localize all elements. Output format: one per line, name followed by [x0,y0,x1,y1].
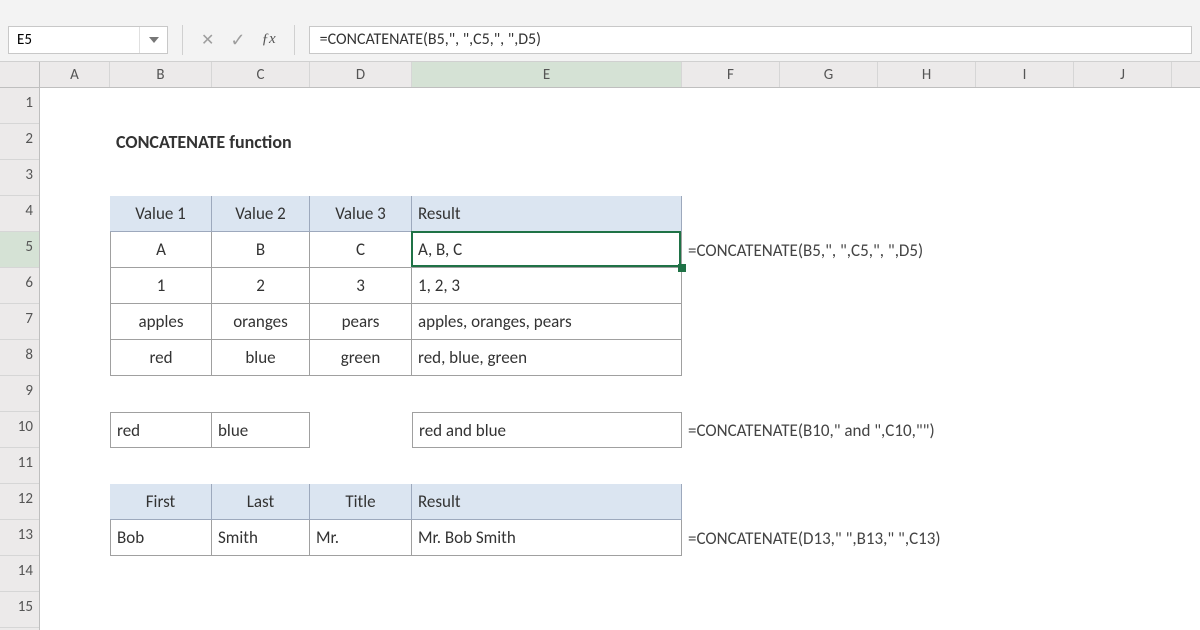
column-header-F[interactable]: F [682,62,780,87]
name-box[interactable] [8,26,168,54]
table1-cell[interactable]: blue [212,340,310,376]
table1-cell[interactable]: pears [310,304,412,340]
table1-cell[interactable]: A [110,232,212,268]
column-header-H[interactable]: H [878,62,976,87]
table2-cell[interactable]: Mr. [310,520,412,556]
table2-cell[interactable]: Smith [212,520,310,556]
row-header-10[interactable]: 10 [0,412,39,448]
row-header-1[interactable]: 1 [0,88,39,124]
table2-header[interactable]: First [110,484,212,520]
divider [182,25,183,55]
table1-cell[interactable]: apples [110,304,212,340]
row-header-12[interactable]: 12 [0,484,39,520]
row-header-15[interactable]: 15 [0,592,39,628]
table1-cell[interactable]: 3 [310,268,412,304]
column-header-B[interactable]: B [110,62,212,87]
table1-header[interactable]: Value 1 [110,196,212,232]
row-header-4[interactable]: 4 [0,196,39,232]
formula-annotation[interactable]: =CONCATENATE(B10," and ",C10,"") [682,412,1172,448]
fx-icon[interactable]: ƒx [262,31,276,48]
row-header-7[interactable]: 7 [0,304,39,340]
table1-result[interactable]: 1, 2, 3 [412,268,682,304]
table1-cell[interactable]: B [212,232,310,268]
page-title[interactable]: CONCATENATE function [110,124,682,160]
column-header-I[interactable]: I [976,62,1074,87]
table1-result[interactable]: red, blue, green [412,340,682,376]
table1-header[interactable]: Result [412,196,682,232]
row-header-3[interactable]: 3 [0,160,39,196]
column-header-J[interactable]: J [1074,62,1172,87]
table1-cell[interactable]: green [310,340,412,376]
formula-input[interactable]: =CONCATENATE(B5,", ",C5,", ",D5) [309,26,1192,54]
column-header-A[interactable]: A [40,62,110,87]
table2-cell[interactable]: Bob [110,520,212,556]
row10-cell[interactable]: red [110,412,212,448]
table2-result[interactable]: Mr. Bob Smith [412,520,682,556]
table1-cell[interactable]: C [310,232,412,268]
column-header-C[interactable]: C [212,62,310,87]
table1-result[interactable]: apples, oranges, pears [412,304,682,340]
row-header-11[interactable]: 11 [0,448,39,484]
table1-cell[interactable]: oranges [212,304,310,340]
row-header-13[interactable]: 13 [0,520,39,556]
table2-header[interactable]: Last [212,484,310,520]
row-header-2[interactable]: 2 [0,124,39,160]
column-header-G[interactable]: G [780,62,878,87]
column-header-D[interactable]: D [310,62,412,87]
row-header-5[interactable]: 5 [0,232,39,268]
enter-icon[interactable]: ✓ [230,29,245,51]
formula-annotation[interactable]: =CONCATENATE(D13," ",B13," ",C13) [682,520,1172,556]
row-header-14[interactable]: 14 [0,556,39,592]
fill-handle[interactable] [678,264,686,272]
formula-bar: ✕ ✓ ƒx =CONCATENATE(B5,", ",C5,", ",D5) [0,0,1200,62]
table1-cell[interactable]: 2 [212,268,310,304]
row10-cell[interactable]: blue [212,412,310,448]
formula-bar-buttons: ✕ ✓ ƒx [197,29,280,51]
name-box-input[interactable] [9,31,139,49]
cancel-icon[interactable]: ✕ [201,30,214,50]
row10-result[interactable]: red and blue [412,412,682,448]
table1-header[interactable]: Value 2 [212,196,310,232]
select-all-corner[interactable] [0,62,40,88]
cell-grid[interactable]: CONCATENATE function Value 1Value 2Value … [40,88,1200,630]
column-headers: ABCDEFGHIJ [40,62,1200,88]
table1-cell[interactable]: 1 [110,268,212,304]
column-header-E[interactable]: E [412,62,682,87]
table1-result[interactable]: A, B, C [412,232,682,268]
table1-cell[interactable]: red [110,340,212,376]
row-headers: 123456789101112131415 [0,88,40,630]
row-header-8[interactable]: 8 [0,340,39,376]
formula-annotation[interactable]: =CONCATENATE(B5,", ",C5,", ",D5) [682,232,1172,268]
table2-header[interactable]: Title [310,484,412,520]
divider [294,25,295,55]
row-header-9[interactable]: 9 [0,376,39,412]
table1-header[interactable]: Value 3 [310,196,412,232]
table2-header[interactable]: Result [412,484,682,520]
name-box-caret-icon[interactable] [139,27,167,53]
worksheet[interactable]: ABCDEFGHIJ 123456789101112131415 CONCATE… [0,62,1200,630]
row-header-6[interactable]: 6 [0,268,39,304]
